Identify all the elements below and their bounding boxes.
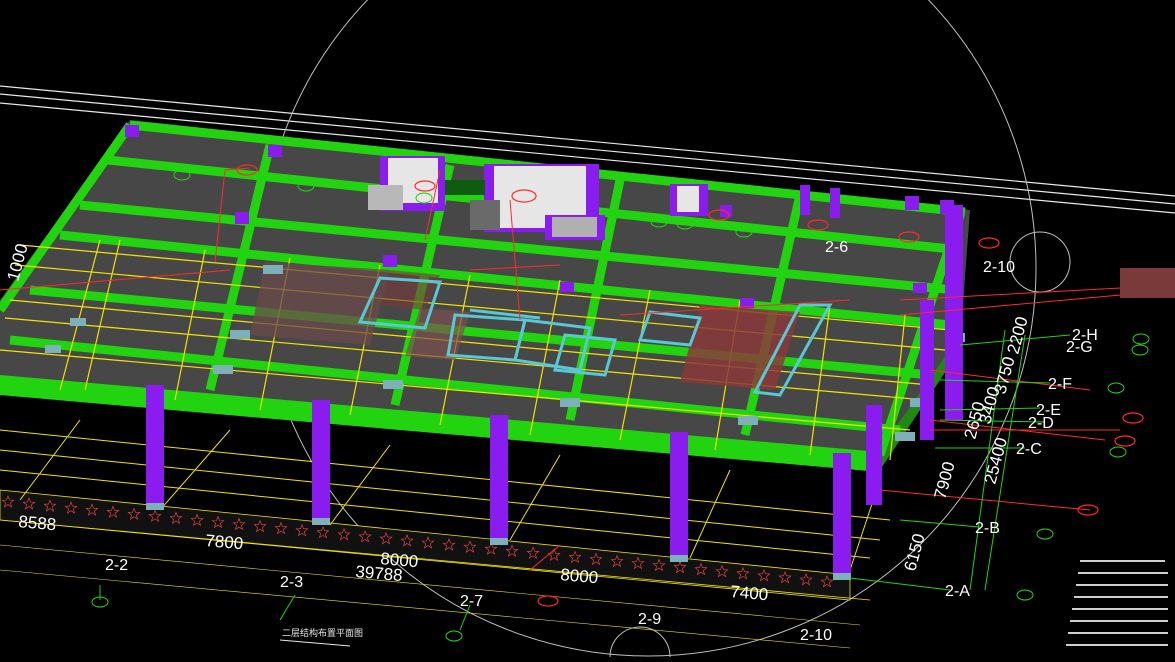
axis-2-D: 2-D (1028, 415, 1054, 432)
dim-8588: 8588 (18, 512, 57, 534)
drawing-title: 二层结构布置平面图 (282, 627, 363, 638)
axis-2-G: 2-G (1066, 339, 1093, 356)
dim-7400: 7400 (730, 582, 769, 604)
axis-2-10-top: 2-10 (983, 259, 1015, 276)
axis-2-9: 2-9 (638, 611, 661, 628)
axis-2-3: 2-3 (280, 574, 303, 591)
axis-2-F: 2-F (1048, 376, 1072, 393)
axis-2-B: 2-B (975, 520, 1000, 537)
cad-3d-viewport[interactable]: 8588 7800 8000 39788 8000 7400 6150 7900… (0, 0, 1175, 662)
axis-2-C: 2-C (1016, 441, 1042, 458)
axis-2-7: 2-7 (460, 593, 483, 610)
dim-7800: 7800 (205, 531, 244, 553)
axis-2-2: 2-2 (105, 557, 128, 574)
axis-2-10: 2-10 (800, 627, 832, 644)
model-canvas[interactable]: 8588 7800 8000 39788 8000 7400 6150 7900… (0, 0, 1175, 662)
axis-2-6: 2-6 (825, 239, 848, 256)
dim-8000-b: 8000 (560, 565, 599, 587)
axis-2-A: 2-A (945, 583, 970, 600)
